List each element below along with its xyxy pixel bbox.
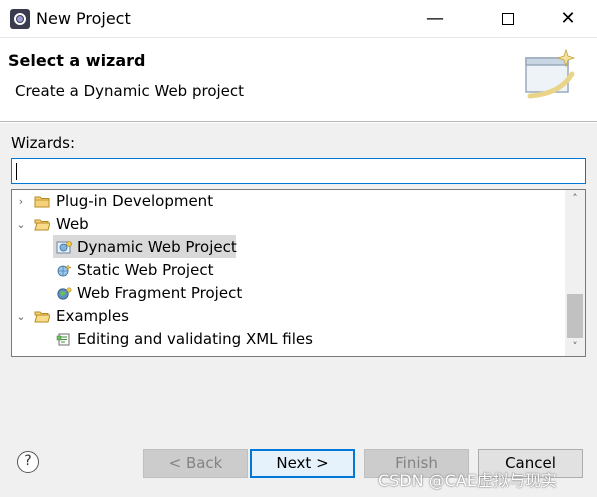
wizards-label: Wizards: [11, 134, 76, 152]
tree-item-label: Static Web Project [77, 261, 214, 279]
tree-item-plugin-development[interactable]: › Plug-in Development [12, 190, 567, 213]
tree-item-label: Examples [56, 307, 129, 325]
eclipse-app-icon [10, 9, 30, 29]
collapse-twisty-icon[interactable]: ⌄ [16, 213, 26, 236]
collapse-twisty-icon[interactable]: ⌄ [16, 305, 26, 328]
window-title: New Project [36, 9, 131, 28]
wizard-banner: Select a wizard Create a Dynamic Web pro… [0, 38, 597, 122]
expand-twisty-icon[interactable]: › [16, 190, 26, 213]
tree-item-dynamic-web-project[interactable]: Dynamic Web Project [12, 236, 567, 259]
xml-example-icon [56, 333, 70, 346]
tree-item-label: Editing and validating XML files [77, 330, 313, 348]
wizard-content: Wizards: › Plug-in Development ⌄ Web Dyn… [0, 123, 597, 423]
text-caret [16, 163, 17, 180]
banner-description: Create a Dynamic Web project [15, 82, 245, 100]
tree-item-examples[interactable]: ⌄ Examples [12, 305, 567, 328]
tree-item-xml-example[interactable]: Editing and validating XML files [12, 328, 567, 351]
tree-item-label: Web Fragment Project [77, 284, 243, 302]
folder-open-icon [34, 219, 50, 231]
tree-item-label: Plug-in Development [56, 192, 214, 210]
tree-item-static-web-project[interactable]: Static Web Project [12, 259, 567, 282]
minimize-button[interactable]: — [412, 0, 458, 38]
maximize-button[interactable] [485, 0, 531, 38]
wizard-tree[interactable]: › Plug-in Development ⌄ Web Dynamic Web … [11, 189, 586, 357]
watermark: CSDN @CAE虚拟与现实 [378, 471, 557, 490]
banner-title: Select a wizard [8, 51, 146, 70]
new-wizard-graphic-icon [525, 48, 576, 99]
tree-item-web[interactable]: ⌄ Web [12, 213, 567, 236]
web-fragment-project-icon [57, 287, 72, 300]
scroll-up-arrow-icon[interactable]: ˄ [565, 190, 585, 208]
wizard-filter-input[interactable] [11, 158, 586, 184]
dynamic-web-project-icon [56, 241, 72, 254]
scroll-down-arrow-icon[interactable]: ˅ [565, 338, 585, 356]
scroll-thumb[interactable] [567, 294, 583, 338]
maximize-icon [502, 13, 514, 25]
tree-item-label: Web [56, 215, 89, 233]
static-web-project-icon [57, 264, 72, 277]
tree-item-label: Dynamic Web Project [77, 238, 237, 256]
tree-scrollbar[interactable]: ˄ ˅ [565, 190, 585, 356]
close-button[interactable]: ✕ [545, 0, 591, 38]
folder-open-icon [34, 311, 50, 323]
help-icon[interactable]: ? [17, 451, 39, 473]
next-button[interactable]: Next > [250, 449, 355, 478]
back-button[interactable]: < Back [143, 449, 248, 478]
folder-icon [34, 196, 50, 208]
title-bar: New Project — ✕ [0, 0, 597, 38]
tree-item-web-fragment-project[interactable]: Web Fragment Project [12, 282, 567, 305]
